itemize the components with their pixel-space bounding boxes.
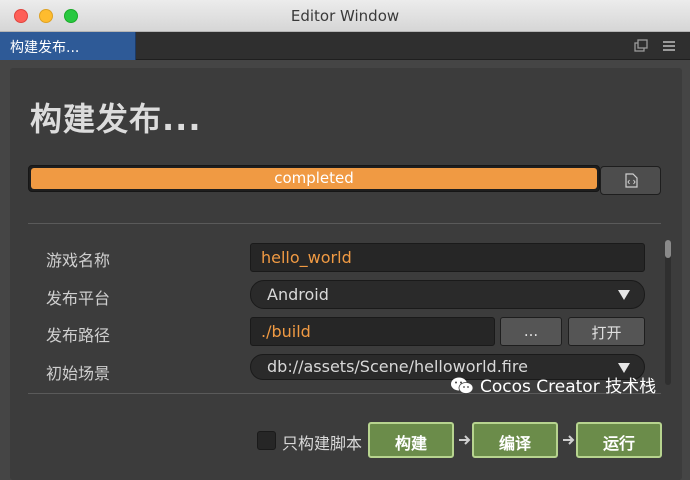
- script-only-label: 只构建脚本: [282, 434, 363, 453]
- browse-path-button[interactable]: ...: [500, 317, 562, 346]
- build-path-label: 发布路径: [46, 326, 111, 345]
- platform-value: Android: [267, 285, 329, 304]
- page-title: 构建发布...: [30, 100, 202, 138]
- progress-fill: completed: [31, 168, 597, 189]
- build-path-input[interactable]: ./build: [250, 317, 495, 346]
- progress-status: completed: [274, 169, 354, 187]
- game-name-label: 游戏名称: [46, 251, 111, 270]
- script-only-checkbox[interactable]: [257, 431, 276, 450]
- scrollbar[interactable]: [665, 240, 671, 385]
- window-title: Editor Window: [290, 7, 400, 25]
- platform-select[interactable]: Android: [250, 280, 645, 309]
- wechat-icon: [451, 377, 474, 394]
- view-log-button[interactable]: [600, 166, 661, 195]
- title-bar: Editor Window: [0, 0, 690, 32]
- start-scene-label: 初始场景: [46, 364, 111, 383]
- tab-build-publish[interactable]: 构建发布...: [0, 32, 136, 60]
- watermark-text: Cocos Creator 技术栈: [480, 377, 657, 397]
- tab-bar: 构建发布...: [0, 32, 690, 60]
- scrollbar-thumb[interactable]: [665, 240, 671, 258]
- divider: [28, 223, 661, 224]
- caret-down-icon: [618, 290, 630, 300]
- popout-icon[interactable]: [634, 39, 648, 53]
- editor-window: Editor Window 构建发布... 构建发布... completed: [0, 0, 690, 480]
- code-file-icon: [625, 173, 638, 188]
- build-progress-bar: completed: [28, 165, 600, 192]
- platform-label: 发布平台: [46, 289, 111, 308]
- compile-button[interactable]: 编译: [472, 422, 558, 458]
- build-panel: 构建发布... completed 游戏名称 hello_world 发布平台 …: [10, 68, 682, 480]
- run-button[interactable]: 运行: [576, 422, 662, 458]
- hamburger-menu-icon[interactable]: [662, 39, 676, 53]
- arrow-right-icon: [563, 435, 575, 445]
- game-name-input[interactable]: hello_world: [250, 243, 645, 272]
- build-button[interactable]: 构建: [368, 422, 454, 458]
- arrow-right-icon: [459, 435, 471, 445]
- open-folder-button[interactable]: 打开: [568, 317, 645, 346]
- watermark: Cocos Creator 技术栈: [450, 372, 656, 397]
